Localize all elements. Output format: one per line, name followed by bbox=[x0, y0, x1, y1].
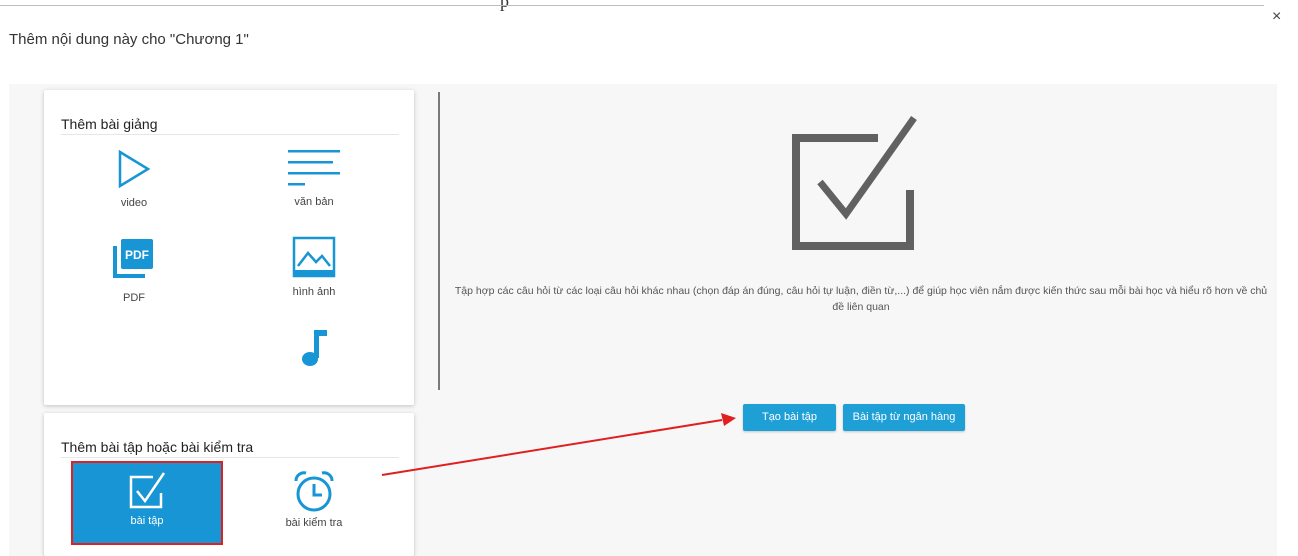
lecture-item-audio[interactable] bbox=[254, 328, 374, 368]
create-exercise-button[interactable]: Tạo bài tập bbox=[743, 404, 836, 431]
item-label: bài kiểm tra bbox=[285, 517, 343, 529]
item-label: PDF bbox=[123, 292, 145, 304]
item-label: văn bản bbox=[294, 196, 334, 208]
checkbox-icon bbox=[792, 115, 917, 250]
add-lecture-card: Thêm bài giảng video văn bản PDF PDF hìn bbox=[44, 90, 414, 405]
dialog-title: Thêm nội dung này cho "Chương 1" bbox=[9, 31, 249, 48]
image-icon bbox=[292, 236, 336, 278]
item-label: bài tập bbox=[130, 515, 164, 527]
panel-divider bbox=[438, 92, 440, 390]
play-icon bbox=[118, 149, 151, 189]
lecture-item-pdf[interactable]: PDF PDF bbox=[74, 238, 194, 304]
item-label: hình ảnh bbox=[292, 286, 336, 298]
card-divider bbox=[61, 457, 399, 458]
exercise-description: Tập hợp các câu hỏi từ các loại câu hỏi … bbox=[454, 285, 1268, 313]
checkbox-icon bbox=[129, 472, 166, 509]
music-note-icon bbox=[302, 330, 327, 366]
card-divider bbox=[61, 134, 399, 135]
add-exercise-title: Thêm bài tập hoặc bài kiểm tra bbox=[61, 439, 254, 455]
exercise-from-bank-button[interactable]: Bài tập từ ngân hàng bbox=[843, 404, 965, 431]
item-label: video bbox=[120, 197, 148, 209]
header-divider bbox=[0, 5, 1264, 6]
exercise-item-homework[interactable]: bài tập bbox=[71, 461, 223, 545]
top-text-fragment: p bbox=[500, 0, 509, 12]
pdf-icon-text: PDF bbox=[125, 248, 149, 262]
text-lines-icon bbox=[288, 150, 340, 186]
close-icon[interactable]: × bbox=[1272, 9, 1281, 25]
lecture-item-text[interactable]: văn bản bbox=[254, 148, 374, 208]
exercise-item-test[interactable]: bài kiểm tra bbox=[254, 469, 374, 529]
lecture-item-video[interactable]: video bbox=[74, 148, 194, 209]
lecture-item-image[interactable]: hình ảnh bbox=[254, 236, 374, 298]
alarm-clock-icon bbox=[294, 471, 334, 512]
pdf-icon: PDF bbox=[113, 239, 153, 278]
add-lecture-title: Thêm bài giảng bbox=[61, 116, 158, 132]
